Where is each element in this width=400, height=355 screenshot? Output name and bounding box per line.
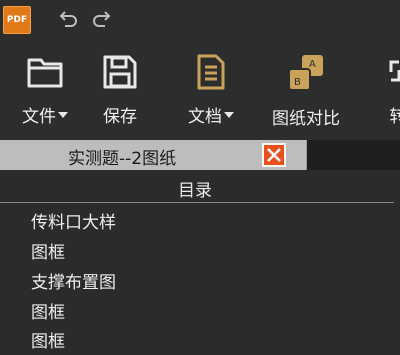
chevron-down-icon [224,112,234,118]
save-label: 保存 [103,107,137,127]
save-icon [103,55,137,89]
convert-button[interactable]: 转 [383,52,400,127]
close-icon [267,148,281,162]
toc-item[interactable]: 图框 [31,298,65,326]
toc-item[interactable]: 图框 [31,238,65,266]
document-tab-strip: 实测题--2图纸 [0,140,400,170]
toc-header: 目录 [0,170,400,203]
ribbon-toolbar: 文件 保存 文档 A B 图纸对比 转 [0,40,400,140]
redo-icon[interactable] [90,8,114,32]
toc-item[interactable]: 传料口大样 [31,208,116,236]
toc-item[interactable]: 图框 [31,327,65,355]
toc-item[interactable]: 支撑布置图 [31,268,116,296]
file-menu-button[interactable]: 文件 [14,52,76,127]
convert-icon [389,60,400,82]
file-menu-label: 文件 [22,107,56,127]
svg-text:B: B [294,77,301,88]
app-logo-text: PDF [6,15,28,25]
svg-text:A: A [309,59,316,70]
document-icon [197,54,225,90]
undo-icon[interactable] [56,8,80,32]
toc-list: 传料口大样 图框 支撑布置图 图框 图框 [0,203,400,355]
chevron-down-icon [58,112,68,118]
compare-drawings-label: 图纸对比 [272,109,340,129]
tab-document-label: 实测题--2图纸 [68,149,177,169]
compare-icon: A B [288,55,323,91]
title-bar: PDF [0,0,400,40]
save-button[interactable]: 保存 [96,52,144,127]
folder-icon [27,58,63,88]
document-menu-label: 文档 [188,107,222,127]
app-logo-icon[interactable]: PDF [3,6,31,34]
tab-document[interactable]: 实测题--2图纸 [0,140,307,170]
toc-title: 目录 [178,181,212,201]
convert-label: 转 [389,107,400,127]
document-menu-button[interactable]: 文档 [180,52,242,127]
compare-drawings-button[interactable]: A B 图纸对比 [266,52,346,129]
close-tab-button[interactable] [262,143,286,167]
